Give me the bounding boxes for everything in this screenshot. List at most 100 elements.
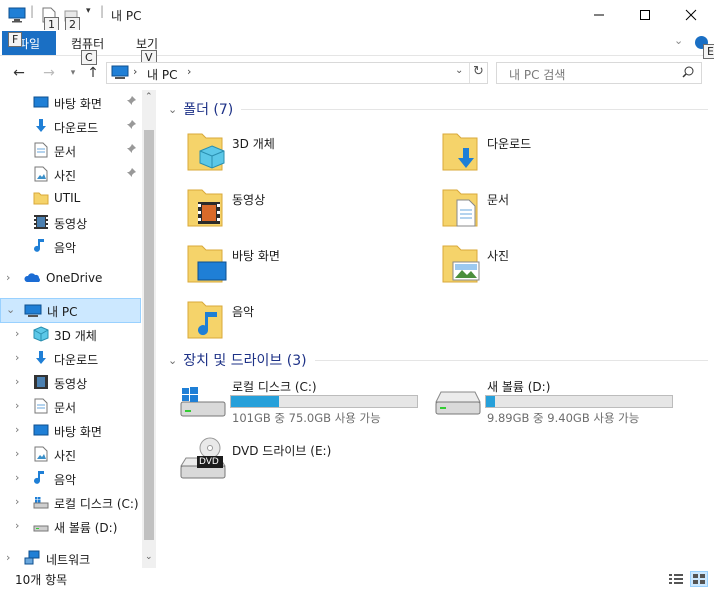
sidebar-item-label: 사진 (54, 449, 77, 463)
sidebar-item-pictures[interactable]: 사진 (0, 162, 141, 186)
maximize-button[interactable] (622, 0, 668, 30)
item-count: 10개 항목 (15, 573, 68, 587)
sidebar-item-network[interactable]: › 네트워크 (0, 546, 141, 568)
sidebar-item-documents[interactable]: 문서 (0, 138, 141, 162)
folder-tile-3d-objects[interactable]: 3D 개체 (182, 128, 432, 178)
folder-tile-downloads[interactable]: 다운로드 (437, 128, 687, 178)
pin-icon (125, 167, 137, 179)
folders-group-header[interactable]: ⌄ 폴더 (7) (168, 99, 708, 119)
folders-header-text: 폴더 (7) (183, 102, 234, 118)
expand-ribbon-icon[interactable]: ⌄ (674, 34, 683, 47)
sidebar-item-local-disk-c[interactable]: › 로컬 디스크 (C:) (0, 490, 141, 514)
sidebar-item-music[interactable]: 음악 (0, 234, 141, 258)
forward-arrow-icon[interactable]: → (39, 64, 59, 82)
tiles-view-icon[interactable] (690, 571, 708, 587)
scroll-thumb[interactable] (144, 130, 154, 540)
nav-scrollbar[interactable]: ⌃ ⌄ (142, 90, 156, 568)
sidebar-item-label: 다운로드 (54, 353, 99, 367)
sidebar-item-desktop[interactable]: 바탕 화면 (0, 90, 141, 114)
devices-group-header[interactable]: ⌄ 장치 및 드라이브 (3) (168, 350, 708, 370)
pin-icon (125, 95, 137, 107)
sidebar-item-label: 로컬 디스크 (C:) (54, 497, 139, 511)
breadcrumb-chevron-icon[interactable]: › (133, 65, 137, 78)
folder-tile-videos[interactable]: 동영상 (182, 184, 432, 234)
content-pane: ⌄ 폴더 (7) 3D 개체 다운로드 동영상 문서 바탕 화면 사진 음악 ⌄… (160, 90, 714, 568)
address-row: ← → ▾ ↑ › 내 PC › ⌄ ↻ 내 PC 검색 (0, 58, 714, 88)
sidebar-item-downloads[interactable]: 다운로드 (0, 114, 141, 138)
pictures-icon (33, 166, 49, 182)
chevron-right-icon[interactable]: › (15, 399, 25, 413)
sidebar-item-new-volume-d[interactable]: › 새 볼륨 (D:) (0, 514, 141, 538)
close-button[interactable] (668, 0, 714, 30)
chevron-right-icon[interactable]: › (6, 551, 16, 565)
sidebar-item-label: 내 PC (47, 305, 78, 319)
sidebar-item-label: 문서 (54, 401, 77, 415)
address-dropdown-icon[interactable]: ⌄ (455, 65, 463, 76)
sidebar-item-util[interactable]: UTIL (0, 186, 141, 210)
desktop-icon (33, 94, 49, 110)
download-icon (442, 133, 478, 171)
up-arrow-icon[interactable]: ↑ (83, 64, 103, 82)
address-bar[interactable]: › 내 PC › ⌄ ↻ (106, 62, 488, 84)
sidebar-item-label: 문서 (54, 145, 77, 159)
sidebar-item-pictures[interactable]: › 사진 (0, 442, 141, 466)
sidebar-item-label: 3D 개체 (54, 329, 97, 343)
sidebar-item-label: UTIL (54, 191, 81, 205)
drive-label: 로컬 디스크 (C:) (232, 380, 317, 394)
chevron-right-icon[interactable]: › (15, 495, 25, 509)
folder-label: 사진 (487, 249, 510, 263)
desktop-icon (187, 245, 227, 283)
sidebar-item-desktop[interactable]: › 바탕 화면 (0, 418, 141, 442)
details-view-icon[interactable] (668, 572, 684, 589)
breadcrumb-chevron-icon[interactable]: › (187, 65, 191, 78)
chevron-down-icon[interactable]: ⌄ (168, 103, 177, 116)
sidebar-item-onedrive[interactable]: › OneDrive (0, 266, 141, 290)
drive-tile-d[interactable]: 새 볼륨 (D:) 9.89GB 중 9.40GB 사용 가능 (435, 376, 697, 432)
chevron-right-icon[interactable]: › (15, 327, 25, 341)
windows-drive-icon (180, 387, 226, 417)
chevron-right-icon[interactable]: › (15, 423, 25, 437)
sidebar-item-label: 동영상 (54, 377, 88, 391)
chevron-right-icon[interactable]: › (6, 271, 16, 285)
sidebar-item-label: 새 볼륨 (D:) (54, 521, 118, 535)
chevron-right-icon[interactable]: › (15, 447, 25, 461)
download-icon (33, 118, 49, 134)
status-bar: 10개 항목 (0, 568, 714, 591)
sidebar-item-this-pc[interactable]: ⌄ 내 PC (0, 298, 141, 323)
folder-tile-documents[interactable]: 문서 (437, 184, 687, 234)
search-input[interactable]: 내 PC 검색 (509, 66, 565, 83)
back-arrow-icon[interactable]: ← (9, 64, 29, 82)
folder-tile-music[interactable]: 음악 (182, 296, 432, 346)
minimize-button[interactable] (576, 0, 622, 30)
sidebar-item-videos[interactable]: › 동영상 (0, 370, 141, 394)
chevron-right-icon[interactable]: › (15, 471, 25, 485)
drive-tile-c[interactable]: 로컬 디스크 (C:) 101GB 중 75.0GB 사용 가능 (180, 376, 442, 432)
document-icon (33, 398, 49, 414)
sidebar-item-music[interactable]: › 음악 (0, 466, 141, 490)
sidebar-item-documents[interactable]: › 문서 (0, 394, 141, 418)
folder-tile-pictures[interactable]: 사진 (437, 240, 687, 290)
minimize-icon (594, 14, 604, 16)
drive-tile-e[interactable]: DVD DVD 드라이브 (E:) (180, 434, 442, 484)
breadcrumb-this-pc[interactable]: 내 PC (147, 66, 177, 83)
recent-locations-icon[interactable]: ▾ (63, 64, 83, 82)
search-box[interactable]: 내 PC 검색 (496, 62, 702, 84)
scroll-down-icon[interactable]: ⌄ (145, 552, 153, 562)
customize-qat-icon[interactable]: ▾ (86, 6, 91, 16)
file-keytip: F (8, 32, 23, 47)
chevron-right-icon[interactable]: › (15, 519, 25, 533)
chevron-down-icon[interactable]: ⌄ (168, 354, 177, 367)
scroll-up-icon[interactable]: ⌃ (145, 92, 153, 102)
sidebar-item-3d-objects[interactable]: › 3D 개체 (0, 322, 141, 346)
sidebar-item-videos[interactable]: 동영상 (0, 210, 141, 234)
search-icon[interactable] (682, 66, 694, 81)
maximize-icon (640, 10, 650, 20)
folder-tile-desktop[interactable]: 바탕 화면 (182, 240, 432, 290)
chevron-right-icon[interactable]: › (15, 375, 25, 389)
help-keytip: E (703, 44, 714, 59)
chevron-down-icon[interactable]: ⌄ (6, 303, 16, 317)
onedrive-icon (24, 270, 40, 286)
chevron-right-icon[interactable]: › (15, 351, 25, 365)
sidebar-item-downloads[interactable]: › 다운로드 (0, 346, 141, 370)
refresh-icon[interactable]: ↻ (473, 64, 484, 79)
